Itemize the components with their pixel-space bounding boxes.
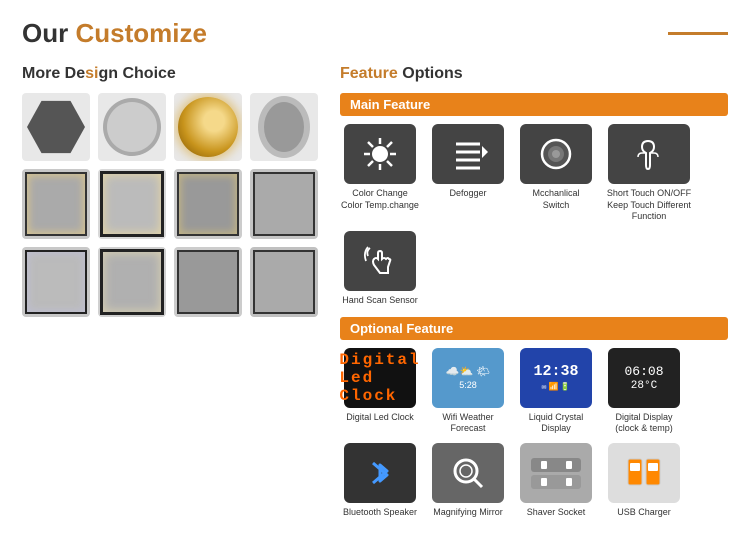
header: Our Customize <box>22 18 728 49</box>
title-normal: Our <box>22 18 75 48</box>
bluetooth-label: Bluetooth Speaker <box>343 507 417 519</box>
digital-display-label: Digital Display(clock & temp) <box>615 412 673 435</box>
main-content: More Design Choice <box>22 65 728 529</box>
feature-bluetooth: Bluetooth Speaker <box>340 443 420 519</box>
feature-weather: ☁️⛅ 🌤 5:28 Wifi Weather Forecast <box>428 348 508 435</box>
defogger-icon-box <box>432 124 504 184</box>
color-change-label: Color ChangeColor Temp.change <box>341 188 419 211</box>
main-feature-header: Main Feature <box>340 93 728 116</box>
mirror-oval <box>250 93 318 161</box>
mirror-rect-5 <box>22 247 90 317</box>
title-accent: Customize <box>75 18 206 48</box>
usb-label: USB Charger <box>617 507 671 519</box>
oval-shape <box>258 96 310 158</box>
mirror-rect-6 <box>98 247 166 317</box>
main-feature-section: Main Feature <box>340 93 728 307</box>
switch-label: McchanlicalSwitch <box>532 188 579 211</box>
feature-usb: USB Charger <box>604 443 684 519</box>
lcd-icons: ✉📶🔋 <box>542 382 571 392</box>
sun-icon <box>361 135 399 173</box>
feature-hand-scan: Hand Scan Sensor <box>340 231 420 307</box>
switch-icon-box <box>520 124 592 184</box>
magnify-label: Magnifying Mirror <box>433 507 503 519</box>
usb-icon <box>620 451 668 495</box>
optional-feature-section: Optional Feature Digital Led Clock Digit… <box>340 317 728 519</box>
feature-shaver: Shaver Socket <box>516 443 596 519</box>
design-row-2 <box>22 169 322 239</box>
mirror-round-glow <box>174 93 242 161</box>
mirror-rect-8 <box>250 247 318 317</box>
mirror-rect-1 <box>22 169 90 239</box>
defog-icon <box>448 132 488 176</box>
shaver-label: Shaver Socket <box>527 507 586 519</box>
color-change-icon-box <box>344 124 416 184</box>
led-clock-display: Digital Led Clock <box>339 351 420 405</box>
page-title: Our Customize <box>22 18 207 49</box>
switch-icon <box>536 134 576 174</box>
shaver-icon-box <box>520 443 592 503</box>
feature-touch: Short Touch ON/OFFKeep Touch DifferentFu… <box>604 124 694 223</box>
shaver-slots-2 <box>531 475 581 489</box>
weather-time: 5:28 <box>459 380 477 390</box>
feature-digital-display: 06:08 28°C Digital Display(clock & temp) <box>604 348 684 435</box>
usb-icon-box <box>608 443 680 503</box>
lcd-icon-box: 12:38 ✉📶🔋 <box>520 348 592 408</box>
feature-section-title: Feature Options <box>340 65 728 83</box>
shaver-slots <box>531 458 581 472</box>
design-grid <box>22 93 322 317</box>
left-column: More Design Choice <box>22 65 322 529</box>
defogger-label: Defogger <box>449 188 486 200</box>
hand-scan-icon <box>360 241 400 281</box>
lcd-time: 12:38 <box>533 363 578 380</box>
hand-scan-label: Hand Scan Sensor <box>342 295 418 307</box>
mirror-rect-4 <box>250 169 318 239</box>
magnify-icon-box <box>432 443 504 503</box>
design-row-3 <box>22 247 322 317</box>
mirror-rect-7 <box>174 247 242 317</box>
mirror-rect-2 <box>98 169 166 239</box>
header-line <box>668 32 728 35</box>
feature-lcd: 12:38 ✉📶🔋 Liquid Crystal Display <box>516 348 596 435</box>
mirror-hex <box>22 93 90 161</box>
right-column: Feature Options Main Feature <box>340 65 728 529</box>
mirror-round-1 <box>98 93 166 161</box>
digital-time: 06:08 <box>624 364 663 379</box>
design-section-title: More Design Choice <box>22 65 322 83</box>
feature-color-change: Color ChangeColor Temp.change <box>340 124 420 223</box>
weather-display: ☁️⛅ 🌤 <box>446 365 490 378</box>
round-shape <box>103 98 161 156</box>
digital-display-icon-box: 06:08 28°C <box>608 348 680 408</box>
feature-magnify: Magnifying Mirror <box>428 443 508 519</box>
weather-label: Wifi Weather Forecast <box>428 412 508 435</box>
optional-row-1: Digital Led Clock Digital Led Clock ☁️⛅ … <box>340 348 728 435</box>
mirror-rect-3 <box>174 169 242 239</box>
feature-defogger: Defogger <box>428 124 508 223</box>
optional-feature-header: Optional Feature <box>340 317 728 340</box>
led-clock-label: Digital Led Clock <box>346 412 414 424</box>
feature-switch: McchanlicalSwitch <box>516 124 596 223</box>
digital-temp: 28°C <box>631 380 657 392</box>
optional-row-2: Bluetooth Speaker Magnifying Mirror <box>340 443 728 519</box>
lcd-label: Liquid Crystal Display <box>516 412 596 435</box>
design-row-1 <box>22 93 322 161</box>
touch-icon-box <box>608 124 690 184</box>
page: Our Customize More Design Choice <box>0 0 750 536</box>
weather-icon-box: ☁️⛅ 🌤 5:28 <box>432 348 504 408</box>
bluetooth-icon-box <box>344 443 416 503</box>
feature-led-clock: Digital Led Clock Digital Led Clock <box>340 348 420 435</box>
touch-label: Short Touch ON/OFFKeep Touch DifferentFu… <box>607 188 691 223</box>
magnify-icon <box>448 453 488 493</box>
hex-shape <box>27 98 85 156</box>
main-feature-grid: Color ChangeColor Temp.change <box>340 124 728 307</box>
bluetooth-icon <box>365 455 395 491</box>
glow-shape <box>178 97 238 157</box>
touch-icon <box>630 135 668 173</box>
hand-scan-icon-box <box>344 231 416 291</box>
led-clock-icon-box: Digital Led Clock <box>344 348 416 408</box>
